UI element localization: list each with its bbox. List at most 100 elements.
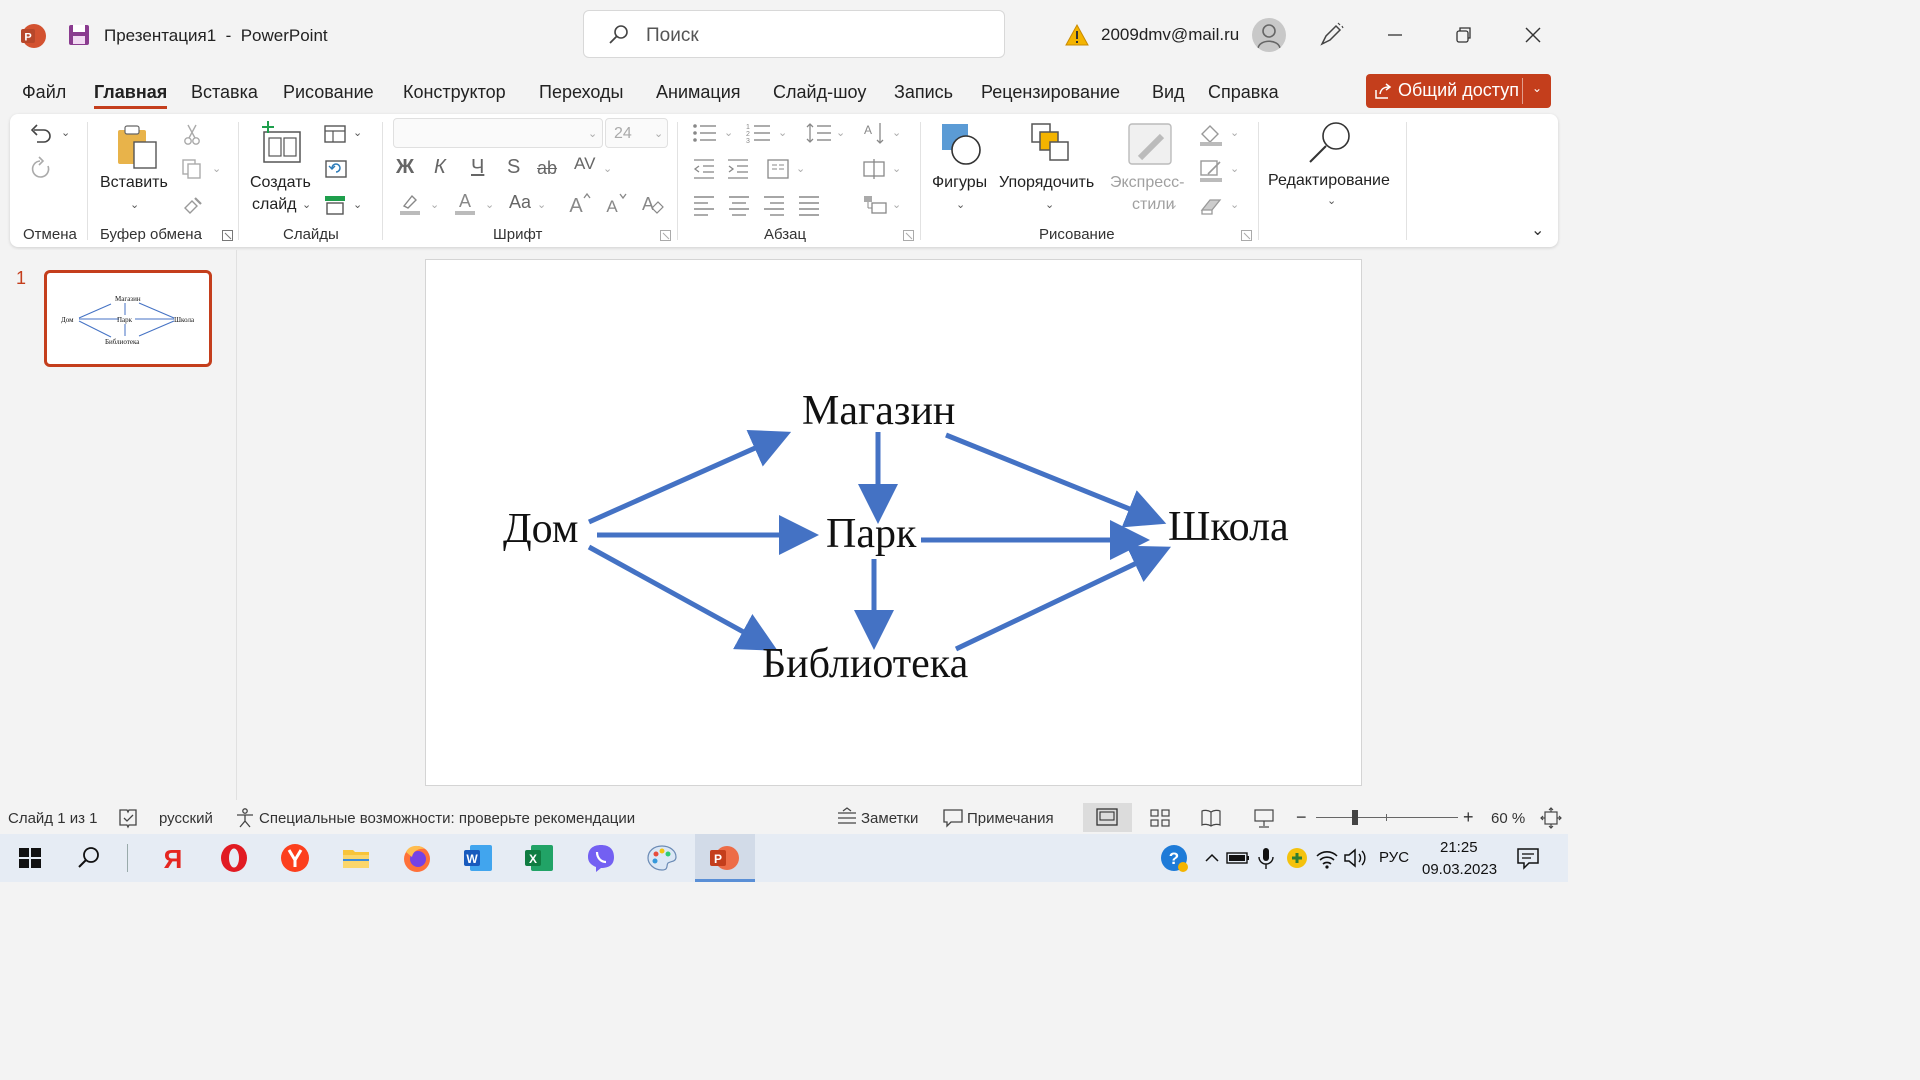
yandex-browser-icon[interactable]: Я [157, 842, 189, 874]
font-size-combobox[interactable]: 24 ⌄ [605, 118, 668, 148]
clock-time[interactable]: 21:25 [1440, 839, 1478, 856]
zoom-slider-thumb[interactable] [1352, 810, 1358, 825]
share-button[interactable]: Общий доступ ⌄ [1366, 74, 1551, 108]
shape-effects-icon[interactable] [1198, 194, 1224, 218]
character-spacing-button[interactable]: AV [574, 154, 595, 174]
columns-chevron-icon[interactable]: ⌄ [796, 162, 805, 175]
help-icon[interactable]: ? [1158, 842, 1190, 874]
paste-icon[interactable] [114, 122, 160, 170]
pen-icon[interactable] [1318, 22, 1344, 48]
italic-button[interactable]: К [434, 156, 446, 179]
shape-effects-chevron-icon[interactable]: ⌄ [1230, 198, 1239, 211]
highlight-chevron-icon[interactable]: ⌄ [430, 198, 439, 211]
underline-button[interactable]: Ч [471, 156, 484, 179]
new-slide-label-line1[interactable]: Создать [250, 174, 311, 192]
windows-start-icon[interactable] [14, 842, 46, 874]
section-icon[interactable] [324, 194, 346, 216]
tab-insert[interactable]: Вставка [191, 82, 258, 103]
copy-dropdown-chevron-icon[interactable]: ⌄ [212, 162, 221, 175]
antivirus-icon[interactable] [1281, 842, 1313, 874]
notifications-icon[interactable] [1512, 842, 1544, 874]
bold-button[interactable]: Ж [396, 156, 414, 179]
columns-icon[interactable] [766, 158, 790, 180]
restore-icon[interactable] [1448, 20, 1478, 50]
shapes-label[interactable]: Фигуры [932, 174, 987, 192]
section-chevron-icon[interactable]: ⌄ [353, 198, 362, 211]
reset-slide-icon[interactable] [324, 158, 348, 180]
warning-icon[interactable] [1065, 23, 1089, 47]
close-icon[interactable] [1518, 20, 1548, 50]
opera-icon[interactable] [218, 842, 250, 874]
paste-dropdown-chevron-icon[interactable]: ⌄ [130, 198, 139, 211]
editing-label[interactable]: Редактирование [1268, 172, 1390, 190]
new-slide-icon[interactable] [258, 120, 306, 166]
layout-chevron-icon[interactable]: ⌄ [353, 126, 362, 139]
font-color-chevron-icon[interactable]: ⌄ [485, 198, 494, 211]
redo-icon[interactable] [28, 156, 54, 182]
smartart-chevron-icon[interactable]: ⌄ [892, 198, 901, 211]
shape-outline-chevron-icon[interactable]: ⌄ [1230, 162, 1239, 175]
paint-icon[interactable] [646, 842, 678, 874]
quick-styles-icon[interactable] [1126, 122, 1174, 168]
arrow-library-school[interactable] [954, 545, 1172, 652]
font-size-chevron-icon[interactable]: ⌄ [654, 127, 663, 140]
text-direction-icon[interactable]: A [862, 120, 888, 146]
normal-view-button[interactable] [1083, 803, 1132, 832]
microphone-icon[interactable] [1250, 842, 1282, 874]
font-launcher-icon[interactable] [660, 230, 671, 241]
chevron-down-icon[interactable]: ⌄ [1532, 81, 1542, 95]
comments-icon[interactable] [942, 807, 964, 829]
arrow-home-shop[interactable] [587, 429, 792, 525]
undo-icon[interactable] [28, 122, 54, 146]
spelling-check-icon[interactable] [117, 807, 139, 829]
arrange-label[interactable]: Упорядочить [999, 174, 1094, 192]
search-input[interactable]: Поиск [583, 10, 1005, 58]
tab-slideshow[interactable]: Слайд-шоу [773, 82, 866, 103]
shape-fill-icon[interactable] [1198, 122, 1224, 146]
notes-icon[interactable] [836, 807, 858, 829]
input-language[interactable]: РУС [1379, 849, 1409, 866]
zoom-level[interactable]: 60 % [1491, 810, 1525, 827]
quick-styles-label-line1[interactable]: Экспресс- [1110, 174, 1184, 192]
tab-home[interactable]: Главная [94, 82, 168, 109]
undo-dropdown-chevron-icon[interactable]: ⌄ [61, 126, 70, 139]
shapes-icon[interactable] [938, 122, 986, 166]
arrange-icon[interactable] [1028, 122, 1074, 166]
yandex-icon[interactable] [279, 842, 311, 874]
excel-icon[interactable]: X [523, 842, 555, 874]
line-spacing-icon[interactable] [806, 122, 832, 144]
tab-animations[interactable]: Анимация [656, 82, 741, 103]
shape-fill-chevron-icon[interactable]: ⌄ [1230, 126, 1239, 139]
spacing-chevron-icon[interactable]: ⌄ [603, 162, 612, 175]
node-home[interactable]: Дом [503, 505, 578, 553]
notes-button[interactable]: Заметки [861, 810, 918, 827]
align-text-icon[interactable] [862, 158, 888, 180]
slide-canvas[interactable]: Магазин Дом Парк Школа Библиотека [425, 259, 1362, 786]
zoom-slider[interactable] [1316, 817, 1458, 818]
align-center-icon[interactable] [727, 194, 751, 216]
powerpoint-app-icon[interactable]: P [20, 23, 46, 49]
change-case-button[interactable]: Aa [509, 192, 531, 213]
bullets-chevron-icon[interactable]: ⌄ [724, 126, 733, 139]
tab-record[interactable]: Запись [894, 82, 953, 103]
accessibility-status[interactable]: Специальные возможности: проверьте реком… [259, 810, 635, 827]
tab-view[interactable]: Вид [1152, 82, 1185, 103]
numbering-chevron-icon[interactable]: ⌄ [778, 126, 787, 139]
clear-formatting-icon[interactable]: A [638, 190, 664, 216]
minimize-icon[interactable] [1380, 20, 1410, 50]
arrow-home-library[interactable] [587, 544, 778, 651]
firefox-icon[interactable] [401, 842, 433, 874]
align-left-icon[interactable] [692, 194, 716, 216]
font-name-chevron-icon[interactable]: ⌄ [588, 127, 597, 140]
find-icon[interactable] [1306, 120, 1356, 164]
zoom-out-button[interactable]: − [1296, 807, 1307, 828]
decrease-indent-icon[interactable] [692, 158, 716, 180]
copy-icon[interactable] [181, 158, 203, 180]
tab-help[interactable]: Справка [1208, 82, 1279, 103]
smartart-icon[interactable] [862, 194, 888, 216]
zoom-in-button[interactable]: + [1463, 807, 1474, 828]
shape-outline-icon[interactable] [1198, 158, 1224, 182]
font-name-combobox[interactable]: ⌄ [393, 118, 603, 148]
justify-icon[interactable] [797, 194, 821, 216]
search-icon[interactable] [73, 842, 105, 874]
